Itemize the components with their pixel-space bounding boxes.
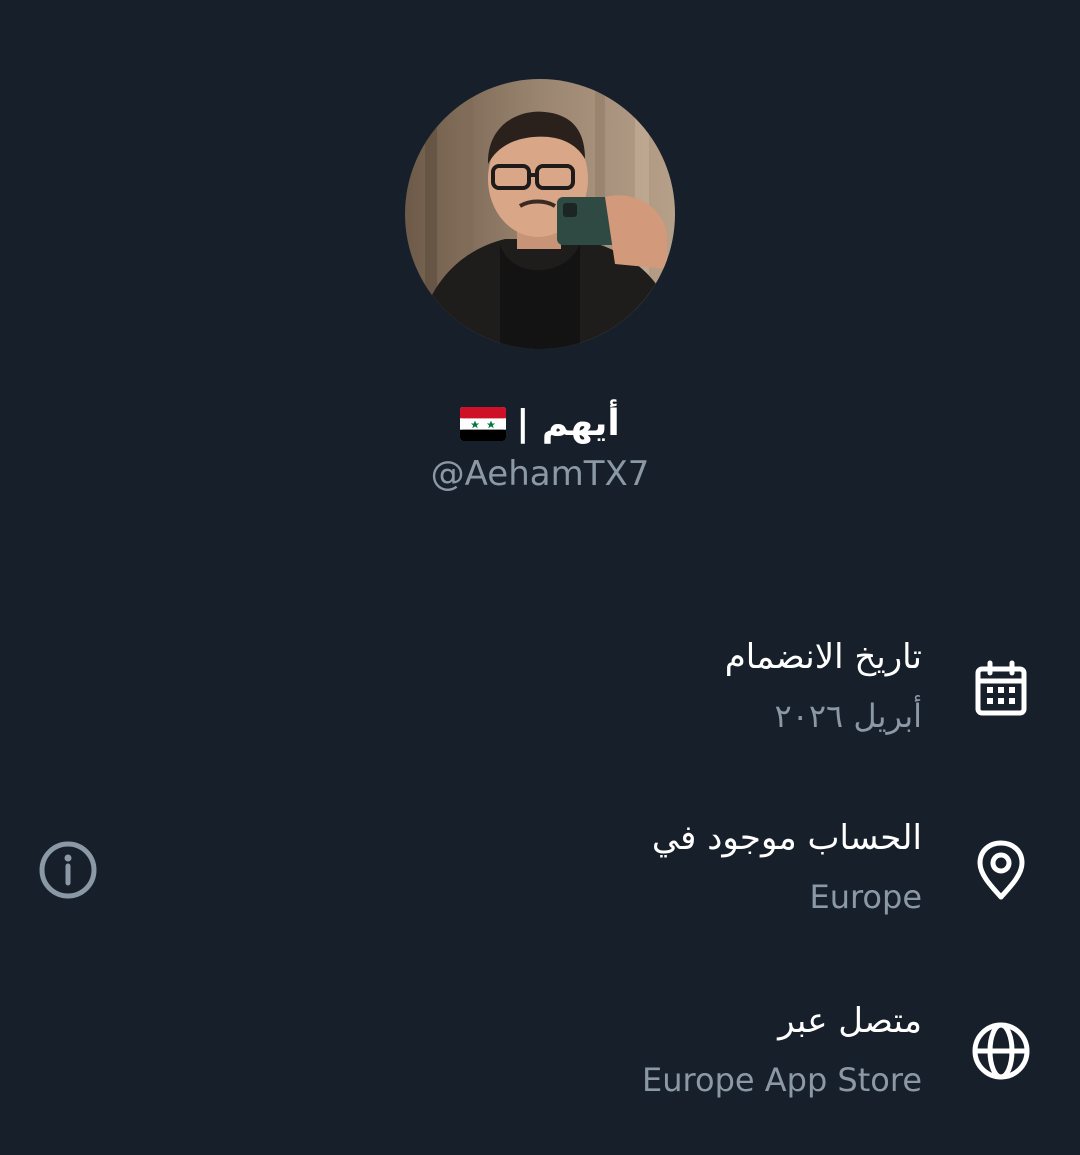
syria-flag-icon: [460, 407, 507, 441]
info-row-account-based-in: الحساب موجود في Europe: [0, 815, 1080, 935]
info-text: متصل عبر Europe App Store: [642, 998, 922, 1102]
profile-photo: [405, 79, 675, 349]
join-date-value: أبريل ٢٠٢٦: [774, 697, 922, 735]
location-pin-icon: [970, 839, 1032, 901]
info-icon: [39, 841, 97, 899]
info-text: تاريخ الانضمام أبريل ٢٠٢٦: [725, 634, 922, 738]
globe-icon: [970, 1020, 1032, 1082]
info-button[interactable]: [37, 839, 99, 901]
username-handle[interactable]: @AehamTX7: [0, 452, 1080, 496]
about-account-page: أيهم | @AehamTX7 تاريخ الانضمام أبريل ٢٠…: [0, 0, 1080, 1155]
display-name: أيهم |: [516, 403, 620, 444]
connected-via-title: متصل عبر: [778, 1001, 922, 1041]
name-row: أيهم |: [0, 400, 1080, 448]
connected-via-value: Europe App Store: [642, 1061, 922, 1099]
info-row-connected-via: متصل عبر Europe App Store: [0, 998, 1080, 1118]
calendar-icon: [970, 659, 1032, 721]
join-date-title: تاريخ الانضمام: [724, 637, 922, 677]
info-text: الحساب موجود في Europe: [652, 815, 922, 919]
account-location-value: Europe: [809, 878, 922, 916]
info-row-join-date: تاريخ الانضمام أبريل ٢٠٢٦: [0, 634, 1080, 754]
account-location-title: الحساب موجود في: [651, 818, 922, 858]
avatar[interactable]: [405, 79, 675, 349]
